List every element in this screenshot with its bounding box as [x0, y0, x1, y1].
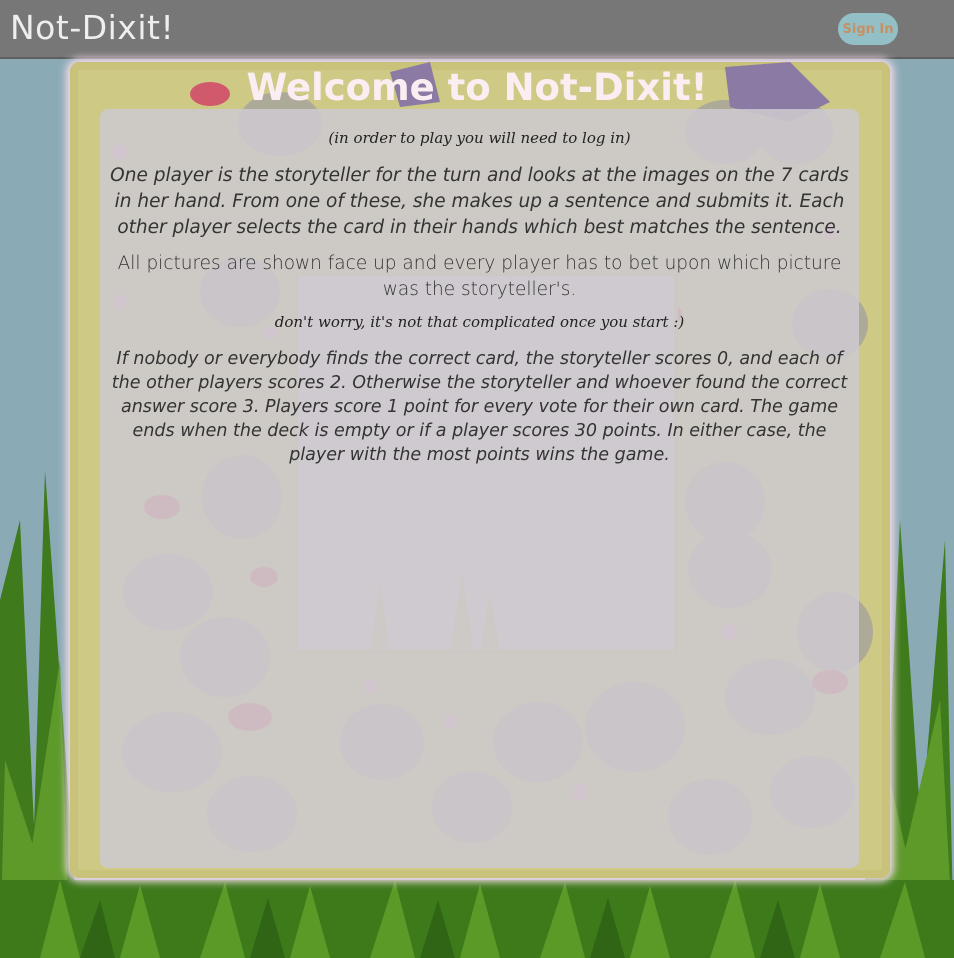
reassure-note: don't worry, it's not that complicated o… — [274, 313, 685, 331]
rules-panel: (in order to play you will need to log i… — [100, 109, 859, 868]
page-title: Welcome to Not-Dixit! — [246, 66, 708, 109]
brand-logo[interactable]: Not-Dixit! — [10, 8, 174, 47]
rules-paragraph-storyteller: One player is the storyteller for the tu… — [110, 165, 849, 238]
rules-paragraph-betting: All pictures are shown face up and every… — [117, 253, 842, 300]
sign-in-button[interactable]: Sign In — [838, 13, 898, 45]
top-navbar: Not-Dixit! Sign In — [0, 0, 954, 59]
login-note: (in order to play you will need to log i… — [328, 129, 631, 147]
rules-paragraph-scoring: If nobody or everybody finds the correct… — [111, 349, 848, 465]
